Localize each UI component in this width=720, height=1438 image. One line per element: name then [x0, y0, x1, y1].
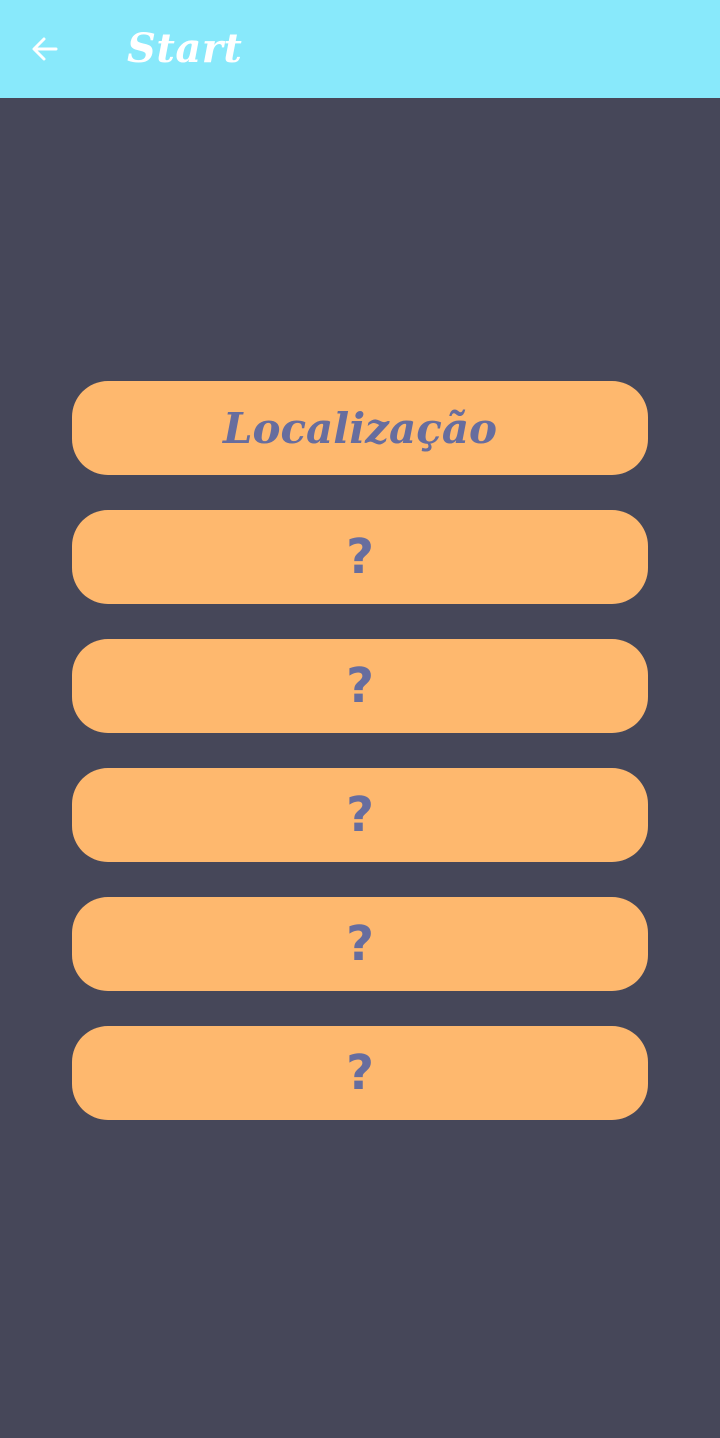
- menu-button-label: ?: [346, 529, 374, 585]
- localizacao-button[interactable]: Localização: [72, 381, 648, 475]
- menu-button-label: ?: [346, 916, 374, 972]
- unknown-button-4[interactable]: ?: [72, 897, 648, 991]
- menu-button-label: Localização: [222, 403, 498, 453]
- unknown-button-2[interactable]: ?: [72, 639, 648, 733]
- menu-button-label: ?: [346, 658, 374, 714]
- menu-button-label: ?: [346, 787, 374, 843]
- page-title: Start: [127, 25, 243, 72]
- unknown-button-1[interactable]: ?: [72, 510, 648, 604]
- unknown-button-3[interactable]: ?: [72, 768, 648, 862]
- back-button[interactable]: [18, 22, 72, 76]
- menu-list: Localização ? ? ? ? ?: [72, 381, 648, 1155]
- unknown-button-5[interactable]: ?: [72, 1026, 648, 1120]
- app-bar: Start: [0, 0, 720, 98]
- menu-button-label: ?: [346, 1045, 374, 1101]
- arrow-left-icon: [32, 37, 58, 61]
- main-content: Localização ? ? ? ? ?: [0, 98, 720, 1438]
